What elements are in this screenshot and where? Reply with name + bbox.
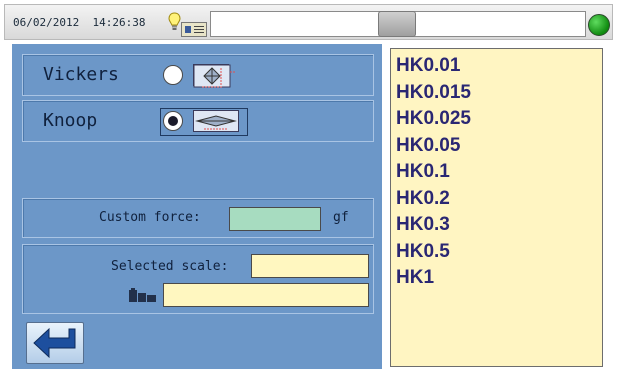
selected-scale-field (251, 254, 369, 278)
datetime-display: 06/02/2012 14:26:38 (13, 16, 145, 29)
date-text: 06/02/2012 (13, 16, 80, 29)
custom-force-row: Custom force: gf (22, 198, 374, 238)
pyramid-indenter-icon (193, 64, 236, 88)
method-vickers-row: Vickers (22, 54, 374, 96)
custom-force-unit: gf (333, 210, 349, 225)
method-knoop-label: Knoop (43, 110, 98, 131)
scale-item-hk0-3[interactable]: HK0.3 (396, 212, 602, 239)
status-scroll-thumb[interactable] (378, 11, 416, 37)
lightbulb-icon[interactable] (168, 12, 181, 32)
return-arrow-icon (33, 327, 76, 359)
scale-list: HK0.01 HK0.015 HK0.025 HK0.05 HK0.1 HK0.… (390, 48, 603, 367)
selected-scale-secondary-field (163, 283, 369, 307)
status-bar: 06/02/2012 14:26:38 (4, 4, 613, 40)
time-text: 14:26:38 (92, 16, 146, 29)
block-weights-icon (129, 288, 156, 302)
scale-item-hk0-025[interactable]: HK0.025 (396, 106, 602, 133)
elongated-diamond-indenter-icon (193, 110, 239, 132)
method-vickers-label: Vickers (43, 64, 119, 85)
scale-item-hk0-01[interactable]: HK0.01 (396, 53, 602, 80)
scale-item-hk1[interactable]: HK1 (396, 265, 602, 292)
scale-item-hk0-05[interactable]: HK0.05 (396, 133, 602, 160)
hardness-tester-screen: 06/02/2012 14:26:38 Vickers Knoop Custom… (0, 0, 617, 373)
knoop-radio[interactable] (163, 111, 183, 131)
vickers-radio[interactable] (163, 65, 183, 85)
scale-item-hk0-015[interactable]: HK0.015 (396, 80, 602, 107)
settings-panel: Vickers Knoop Custom force: gf Selected … (12, 44, 382, 369)
scale-item-hk0-1[interactable]: HK0.1 (396, 159, 602, 186)
status-indicator-light (588, 14, 610, 36)
custom-force-label: Custom force: (99, 210, 201, 225)
keyboard-tray-icon[interactable] (181, 22, 207, 37)
method-knoop-row: Knoop (22, 100, 374, 142)
selected-scale-label: Selected scale: (111, 259, 229, 274)
custom-force-input[interactable] (229, 207, 321, 231)
selected-scale-group: Selected scale: (22, 244, 374, 314)
scale-item-hk0-5[interactable]: HK0.5 (396, 239, 602, 266)
scale-item-hk0-2[interactable]: HK0.2 (396, 186, 602, 213)
back-button[interactable] (26, 322, 84, 364)
